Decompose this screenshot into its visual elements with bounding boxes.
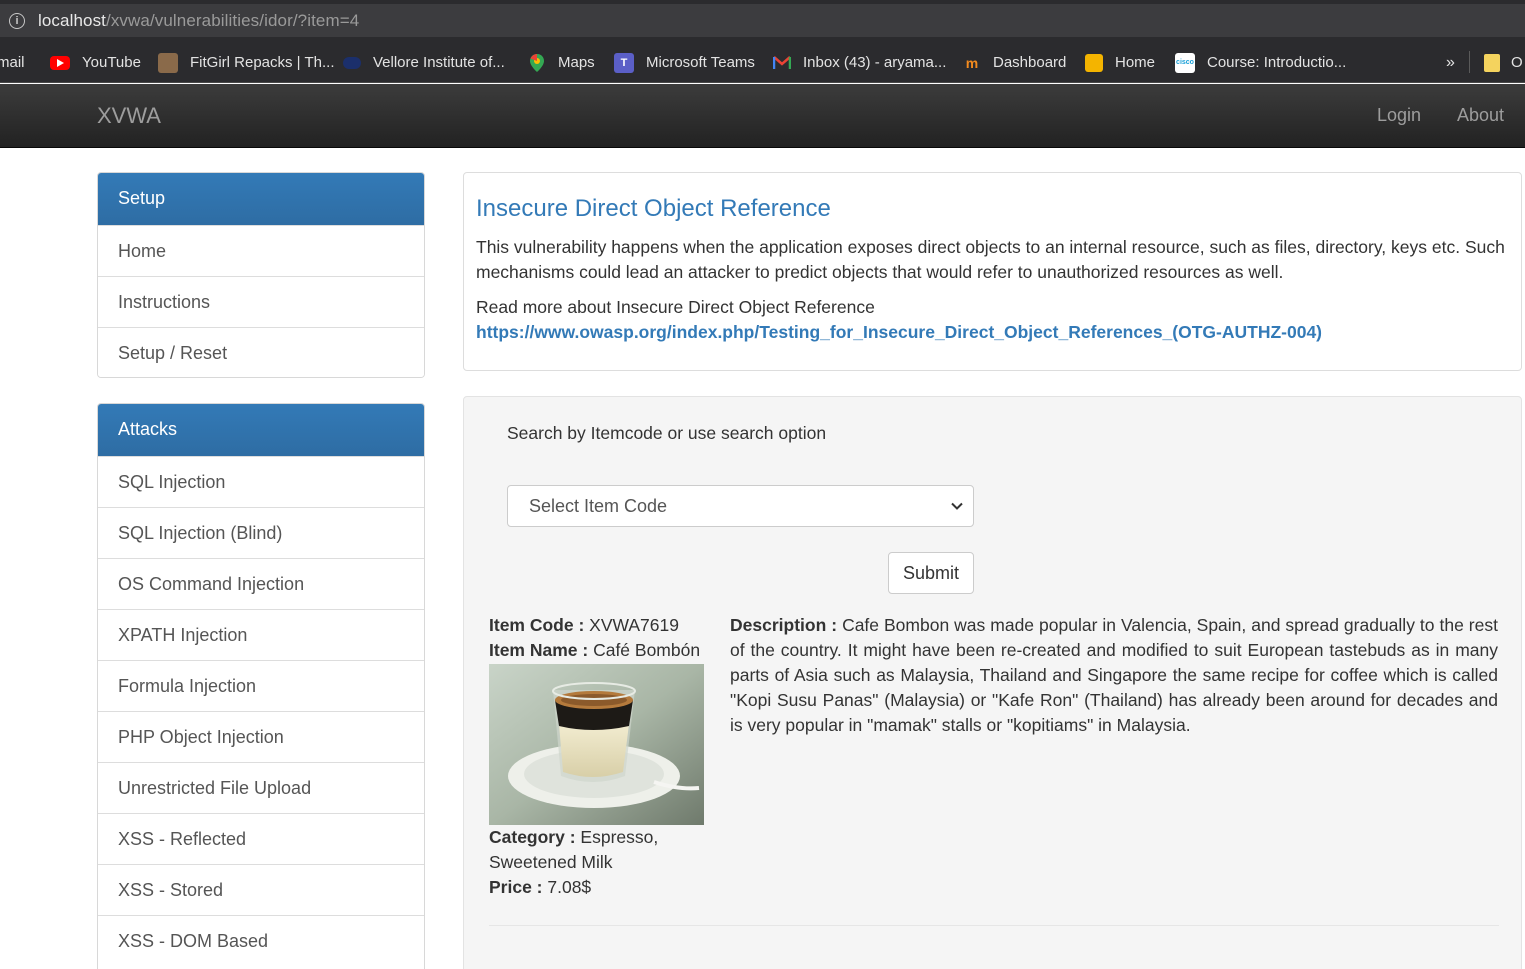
bookmark-inbox[interactable]: Inbox (43) - aryama... bbox=[773, 42, 946, 83]
sidebar-item-xss-dom-based[interactable]: XSS - DOM Based bbox=[98, 915, 424, 966]
description-label: Description : bbox=[730, 615, 838, 635]
attacks-heading: Attacks bbox=[98, 404, 424, 456]
search-label: Search by Itemcode or use search option bbox=[507, 423, 827, 443]
address-box[interactable]: i localhost/xvwa/vulnerabilities/idor/?i… bbox=[0, 4, 1525, 37]
bookmark-maps[interactable]: Maps bbox=[528, 42, 595, 83]
fitgirl-icon bbox=[158, 52, 178, 73]
vulnerability-description: This vulnerability happens when the appl… bbox=[476, 237, 1505, 282]
bookmarks-bar: mail YouTube FitGirl Repacks | Th... Vel… bbox=[0, 42, 1525, 83]
item-code-select[interactable]: Select Item Code bbox=[507, 485, 974, 527]
site-info-icon[interactable]: i bbox=[9, 12, 25, 29]
maps-icon bbox=[528, 53, 546, 72]
teams-icon: T bbox=[614, 52, 634, 73]
price-label: Price : bbox=[489, 877, 543, 897]
address-url[interactable]: localhost/xvwa/vulnerabilities/idor/?ite… bbox=[38, 11, 359, 31]
gmail-icon bbox=[773, 54, 791, 72]
folder-icon bbox=[1484, 53, 1500, 72]
sidebar-item-xss-reflected[interactable]: XSS - Reflected bbox=[98, 813, 424, 864]
login-link[interactable]: Login bbox=[1377, 105, 1421, 126]
sidebar-item-xss-stored[interactable]: XSS - Stored bbox=[98, 864, 424, 915]
bookmark-home[interactable]: Home bbox=[1085, 42, 1155, 83]
read-more-text: Read more about Insecure Direct Object R… bbox=[476, 297, 875, 317]
bookmarks-separator bbox=[1469, 51, 1470, 73]
sidebar-item-setup-reset[interactable]: Setup / Reset bbox=[98, 327, 424, 377]
vulnerability-info-box: Insecure Direct Object Reference This vu… bbox=[463, 172, 1522, 371]
owasp-reference-link[interactable]: https://www.owasp.org/index.php/Testing_… bbox=[476, 322, 1322, 343]
sidebar-item-formula-injection[interactable]: Formula Injection bbox=[98, 660, 424, 711]
bookmark-dashboard[interactable]: m Dashboard bbox=[963, 42, 1067, 83]
bookmark-fitgirl[interactable]: FitGirl Repacks | Th... bbox=[158, 42, 335, 83]
sidebar-item-unrestricted-file-upload[interactable]: Unrestricted File Upload bbox=[98, 762, 424, 813]
attacks-panel: Attacks SQL Injection SQL Injection (Bli… bbox=[97, 403, 425, 969]
brand-logo[interactable]: XVWA bbox=[97, 103, 161, 129]
submit-button[interactable]: Submit bbox=[888, 552, 974, 594]
setup-panel: Setup Home Instructions Setup / Reset bbox=[97, 172, 425, 378]
site-navbar: XVWA Login About bbox=[0, 84, 1525, 148]
sidebar-item-xpath-injection[interactable]: XPATH Injection bbox=[98, 609, 424, 660]
item-details: Item Code : XVWA7619 Item Name : Café Bo… bbox=[489, 613, 719, 663]
item-code-value: XVWA7619 bbox=[589, 615, 679, 635]
select-value: Select Item Code bbox=[529, 495, 668, 516]
chevron-down-icon bbox=[951, 502, 963, 510]
youtube-icon bbox=[50, 55, 70, 70]
other-bookmarks-folder[interactable]: O bbox=[1484, 42, 1523, 83]
sidebar-item-os-command-injection[interactable]: OS Command Injection bbox=[98, 558, 424, 609]
sidebar-item-php-object-injection[interactable]: PHP Object Injection bbox=[98, 711, 424, 762]
about-link[interactable]: About bbox=[1457, 105, 1504, 126]
bookmark-youtube[interactable]: YouTube bbox=[50, 42, 141, 83]
bookmark-gmail[interactable]: mail bbox=[0, 42, 25, 83]
sidebar-item-instructions[interactable]: Instructions bbox=[98, 276, 424, 327]
bookmark-vit[interactable]: Vellore Institute of... bbox=[343, 42, 505, 83]
page-title: Insecure Direct Object Reference bbox=[476, 195, 831, 222]
sidebar-item-sql-injection-blind[interactable]: SQL Injection (Blind) bbox=[98, 507, 424, 558]
cisco-icon: cisco bbox=[1175, 52, 1195, 73]
item-meta: Category : Espresso, Sweetened Milk Pric… bbox=[489, 825, 709, 900]
setup-heading: Setup bbox=[98, 173, 424, 225]
item-code-label: Item Code : bbox=[489, 615, 585, 635]
dashboard-icon: m bbox=[965, 54, 979, 71]
browser-url-bar: i localhost/xvwa/vulnerabilities/idor/?i… bbox=[0, 0, 1525, 42]
item-name-value: Café Bombón bbox=[593, 640, 701, 660]
bookmark-teams[interactable]: T Microsoft Teams bbox=[614, 42, 755, 83]
bookmark-course[interactable]: cisco Course: Introductio... bbox=[1175, 42, 1346, 83]
divider bbox=[489, 925, 1499, 926]
bookmarks-overflow-button[interactable]: » bbox=[1446, 42, 1455, 83]
item-photo bbox=[489, 664, 704, 825]
vit-icon bbox=[343, 56, 361, 69]
price-value: 7.08$ bbox=[547, 877, 592, 897]
item-description: Description : Cafe Bombon was made popul… bbox=[730, 613, 1498, 738]
category-label: Category : bbox=[489, 827, 576, 847]
description-value: Cafe Bombon was made popular in Valencia… bbox=[730, 615, 1498, 735]
search-well: Search by Itemcode or use search option … bbox=[463, 396, 1522, 969]
sidebar-item-home[interactable]: Home bbox=[98, 225, 424, 276]
item-name-label: Item Name : bbox=[489, 640, 589, 660]
sidebar-item-sql-injection[interactable]: SQL Injection bbox=[98, 456, 424, 507]
home-box-icon bbox=[1085, 53, 1103, 72]
